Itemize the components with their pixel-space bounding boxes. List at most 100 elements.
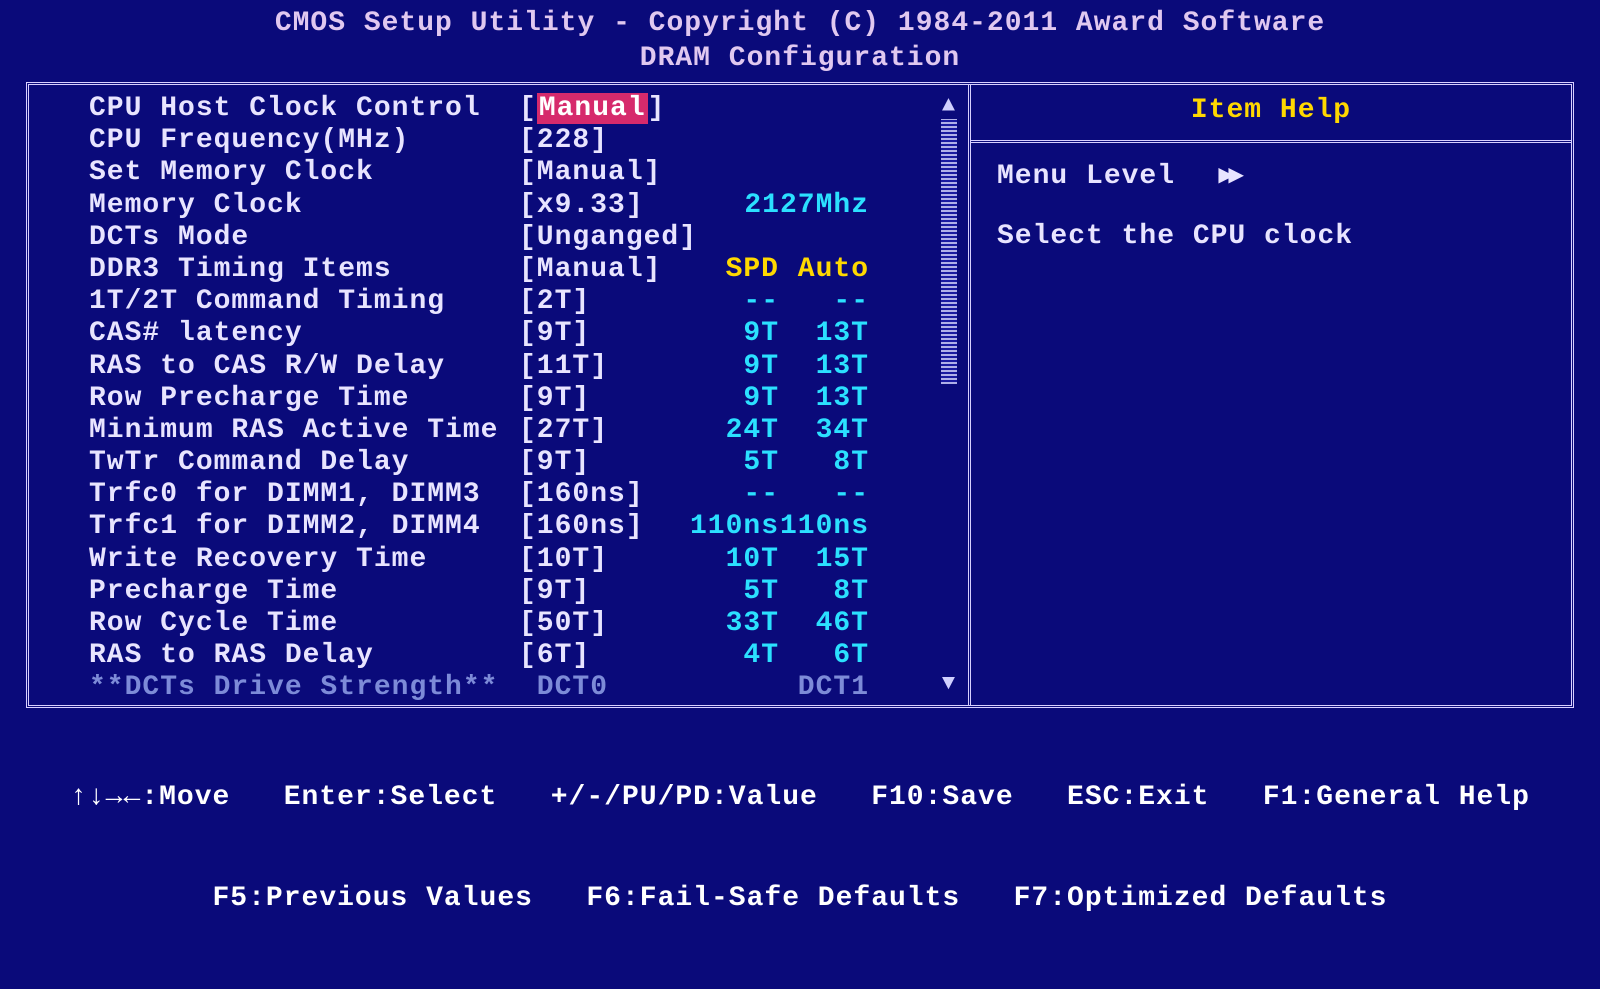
setting-value[interactable]: [6T] [519,640,669,672]
setting-auto: 6T [779,640,869,672]
setting-row[interactable]: RAS to CAS R/W Delay[11T]9T13T [89,351,968,383]
setting-spd: 4T [669,640,779,672]
setting-suffix: 2127Mhz [669,190,869,222]
scroll-down-icon[interactable]: ▼ [942,673,956,695]
setting-value[interactable]: [228] [519,125,669,157]
setting-value[interactable]: [9T] [519,383,669,415]
setting-value[interactable]: [9T] [519,318,669,350]
scroll-up-icon[interactable]: ▲ [942,95,956,117]
setting-row[interactable]: CPU Host Clock Control[Manual] [89,93,968,125]
setting-label: 1T/2T Command Timing [89,286,519,318]
setting-auto: 13T [779,383,869,415]
setting-spd: 5T [669,576,779,608]
setting-value[interactable]: [11T] [519,351,669,383]
setting-value[interactable]: [10T] [519,544,669,576]
setting-spd: 24T [669,415,779,447]
setting-row[interactable]: 1T/2T Command Timing[2T]---- [89,286,968,318]
setting-row[interactable]: Set Memory Clock[Manual] [89,157,968,189]
scrollbar[interactable]: ▲ ▼ [938,95,960,695]
setting-label: RAS to RAS Delay [89,640,519,672]
help-text: Select the CPU clock [997,221,1545,253]
setting-label: Set Memory Clock [89,157,519,189]
settings-list: CPU Host Clock Control[Manual]CPU Freque… [89,93,968,705]
setting-label: Precharge Time [89,576,519,608]
column-header-auto: Auto [779,254,869,286]
setting-value: DCT0 [519,672,669,704]
column-header-spd: SPD [669,254,779,286]
setting-label: Row Precharge Time [89,383,519,415]
menu-level-label: Menu Level [997,161,1175,192]
menu-level: Menu Level ▸▸ [997,161,1545,193]
header: CMOS Setup Utility - Copyright (C) 1984-… [20,6,1580,76]
setting-row[interactable]: Precharge Time[9T]5T8T [89,576,968,608]
setting-value[interactable]: [Manual] [519,93,669,125]
setting-value[interactable]: [9T] [519,447,669,479]
scroll-thumb[interactable] [941,119,957,384]
setting-row[interactable]: Row Cycle Time[50T]33T46T [89,608,968,640]
setting-row[interactable]: Trfc0 for DIMM1, DIMM3[160ns]---- [89,479,968,511]
setting-auto: 8T [779,576,869,608]
setting-spd: 10T [669,544,779,576]
setting-value[interactable]: [9T] [519,576,669,608]
footer-line-2: F5:Previous Values F6:Fail-Safe Defaults… [20,882,1580,916]
setting-auto: 110ns [779,511,869,543]
header-line-1: CMOS Setup Utility - Copyright (C) 1984-… [20,6,1580,41]
setting-value[interactable]: [Unganged] [519,222,669,254]
setting-label: DDR3 Timing Items [89,254,519,286]
setting-auto: 46T [779,608,869,640]
setting-auto: 34T [779,415,869,447]
bios-screen: CMOS Setup Utility - Copyright (C) 1984-… [0,0,1600,989]
setting-auto: DCT1 [779,672,869,704]
setting-spd: 9T [669,351,779,383]
setting-auto: 13T [779,351,869,383]
setting-row[interactable]: CPU Frequency(MHz)[228] [89,125,968,157]
setting-label: TwTr Command Delay [89,447,519,479]
setting-value[interactable]: [27T] [519,415,669,447]
setting-value[interactable]: [Manual] [519,254,669,286]
setting-auto: -- [779,286,869,318]
setting-auto: 15T [779,544,869,576]
setting-row[interactable]: Row Precharge Time[9T]9T13T [89,383,968,415]
setting-value[interactable]: [50T] [519,608,669,640]
setting-label: CAS# latency [89,318,519,350]
setting-row[interactable]: Write Recovery Time[10T]10T15T [89,544,968,576]
scroll-track[interactable] [941,119,957,671]
setting-row[interactable]: CAS# latency[9T]9T13T [89,318,968,350]
setting-auto: -- [779,479,869,511]
setting-row[interactable]: Minimum RAS Active Time[27T]24T34T [89,415,968,447]
setting-label: **DCTs Drive Strength** [89,672,519,704]
setting-spd: 110ns [669,511,779,543]
setting-row[interactable]: DCTs Mode[Unganged] [89,222,968,254]
setting-spd: 33T [669,608,779,640]
setting-value[interactable]: [x9.33] [519,190,669,222]
menu-level-arrows-icon: ▸▸ [1219,161,1239,192]
setting-spd: -- [669,479,779,511]
setting-row[interactable]: Memory Clock[x9.33]2127Mhz [89,190,968,222]
setting-label: DCTs Mode [89,222,519,254]
setting-label: Write Recovery Time [89,544,519,576]
setting-label: CPU Frequency(MHz) [89,125,519,157]
header-line-2: DRAM Configuration [20,41,1580,76]
setting-label: Trfc0 for DIMM1, DIMM3 [89,479,519,511]
setting-label: Row Cycle Time [89,608,519,640]
setting-spd: 5T [669,447,779,479]
setting-label: RAS to CAS R/W Delay [89,351,519,383]
setting-row[interactable]: Trfc1 for DIMM2, DIMM4[160ns]110ns110ns [89,511,968,543]
footer-line-1: ↑↓→←:Move Enter:Select +/-/PU/PD:Value F… [20,781,1580,815]
setting-value[interactable]: [Manual] [519,157,669,189]
setting-row[interactable]: RAS to RAS Delay[6T]4T6T [89,640,968,672]
setting-spd: 9T [669,383,779,415]
setting-value[interactable]: [2T] [519,286,669,318]
help-body: Menu Level ▸▸ Select the CPU clock [971,143,1571,271]
setting-row[interactable]: DDR3 Timing Items[Manual]SPDAuto [89,254,968,286]
settings-panel[interactable]: CPU Host Clock Control[Manual]CPU Freque… [29,85,971,705]
main-box: CPU Host Clock Control[Manual]CPU Freque… [26,82,1574,708]
setting-row[interactable]: TwTr Command Delay[9T]5T8T [89,447,968,479]
setting-label: CPU Host Clock Control [89,93,519,125]
setting-spd: -- [669,286,779,318]
setting-value[interactable]: [160ns] [519,511,669,543]
footer: ↑↓→←:Move Enter:Select +/-/PU/PD:Value F… [20,714,1580,983]
setting-auto: 8T [779,447,869,479]
setting-value[interactable]: [160ns] [519,479,669,511]
setting-spd: 9T [669,318,779,350]
